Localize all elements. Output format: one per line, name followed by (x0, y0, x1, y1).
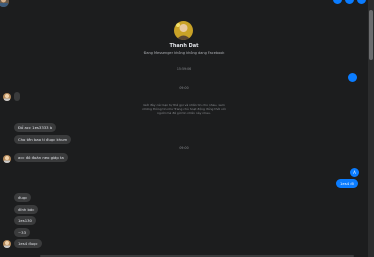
profile-photo-icon (174, 21, 193, 40)
scrollbar-track[interactable] (368, 0, 374, 257)
sender-avatar-icon (3, 240, 11, 248)
message-bubble[interactable]: 1es4 đuọc (14, 239, 42, 248)
avatar-image-icon (0, 0, 9, 7)
profile-avatar[interactable] (174, 21, 193, 40)
timestamp-3: 09:00 (179, 146, 189, 150)
system-notice: Giới đây các bạn tự thể gọi và nhắn tin … (142, 103, 226, 115)
header-avatar[interactable] (0, 0, 9, 7)
profile-subtitle: Đang Messenger không không dang Facebook (143, 51, 225, 55)
sender-avatar[interactable] (3, 93, 11, 101)
timestamp-2: 09:00 (179, 86, 189, 90)
message-bubble[interactable]: Cho tên bao ti đuọc khum (14, 135, 72, 144)
sent-reaction-bubble[interactable] (348, 73, 357, 82)
message-bubble-sent[interactable]: 1es4 đi (336, 179, 358, 188)
message-bubble[interactable]: ~33 (14, 228, 31, 237)
info-icon[interactable] (357, 0, 366, 4)
video-call-icon[interactable] (345, 0, 354, 4)
message-bubble-sent[interactable]: A (350, 168, 359, 177)
profile-name: Thanh Dat (169, 43, 199, 49)
scrollbar-thumb[interactable] (369, 10, 373, 60)
sender-avatar[interactable] (3, 240, 11, 248)
message-bubble[interactable]: đính bác (14, 205, 39, 214)
timestamp-1: 15:59:06 (176, 67, 192, 71)
message-bubble[interactable] (14, 92, 20, 101)
sender-avatar-icon (3, 93, 11, 101)
call-icon[interactable] (333, 0, 342, 4)
message-bubble[interactable]: 1es130 (14, 216, 36, 225)
message-bubble[interactable]: Đổ acc 1es3333 à (14, 123, 57, 132)
chat-thread: Thanh Dat Đang Messenger không không dan… (0, 0, 374, 257)
sender-avatar-icon (3, 155, 11, 163)
sender-avatar[interactable] (3, 155, 11, 163)
message-bubble[interactable]: đuọc (14, 193, 32, 202)
message-bubble[interactable]: acc đó đoàn neo giáp ta (14, 153, 68, 162)
